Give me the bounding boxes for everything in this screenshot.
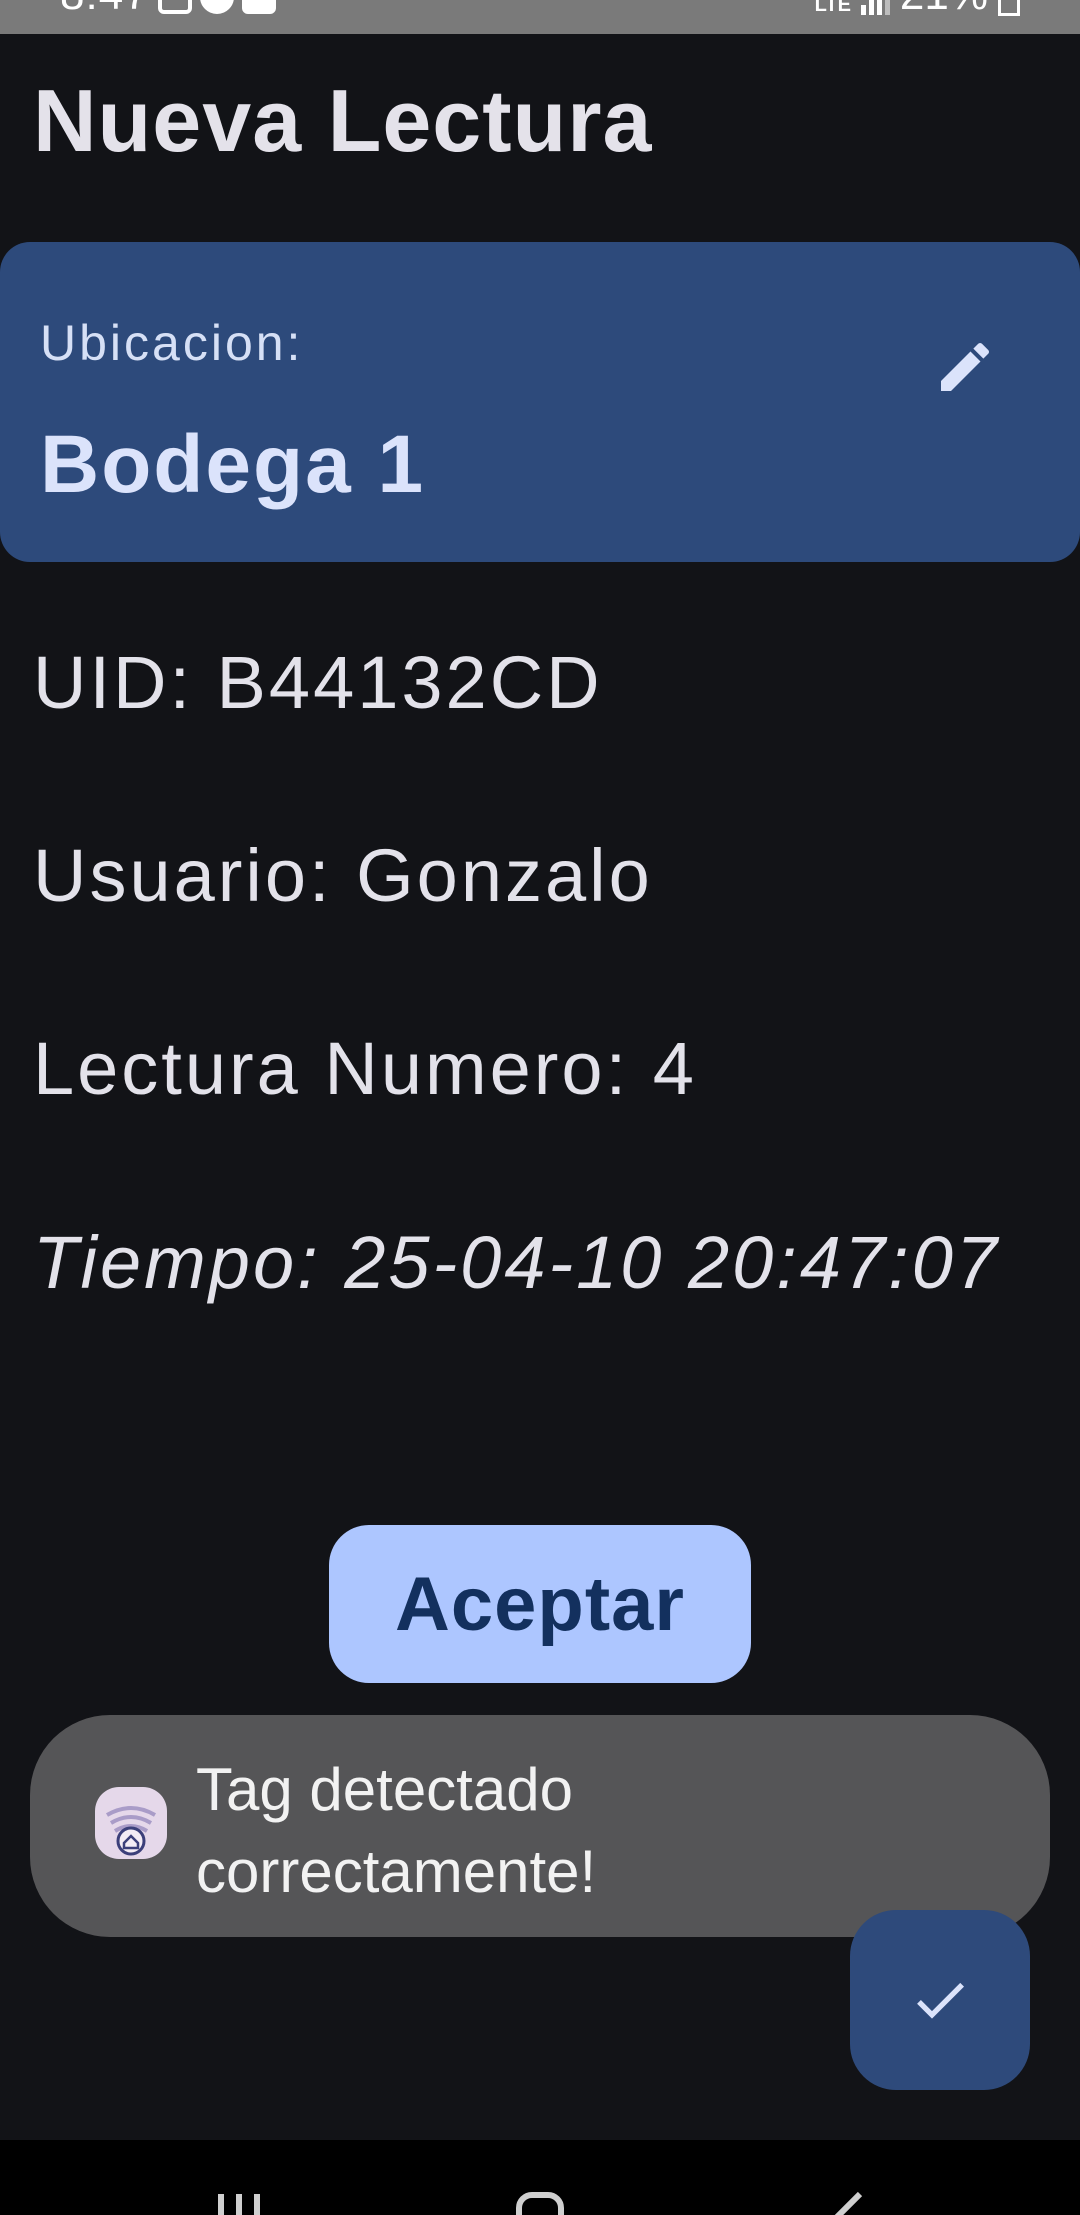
recents-button[interactable] bbox=[218, 2194, 268, 2215]
toast-notification: Tag detectado correctamente! bbox=[30, 1715, 1050, 1937]
check-icon bbox=[917, 1982, 964, 2019]
pencil-icon bbox=[941, 342, 990, 391]
status-time: 8:47 bbox=[60, 0, 150, 20]
system-nav-bar bbox=[0, 2140, 1080, 2215]
battery-icon bbox=[998, 0, 1020, 16]
uid-text: UID: B44132CD bbox=[33, 641, 603, 724]
status-bar: 8:47 LTE 21% bbox=[0, 0, 1080, 34]
location-value: Bodega 1 bbox=[40, 419, 426, 510]
accept-button[interactable]: Aceptar bbox=[329, 1525, 751, 1683]
home-button[interactable] bbox=[516, 2192, 564, 2215]
confirm-fab-button[interactable] bbox=[850, 1910, 1030, 2090]
edit-location-button[interactable] bbox=[910, 312, 1020, 422]
location-label: Ubicacion: bbox=[40, 315, 304, 371]
facebook-notification-icon bbox=[200, 0, 234, 14]
network-type: LTE bbox=[814, 0, 851, 16]
notification-icons bbox=[158, 0, 294, 14]
youtube-notification-icon bbox=[242, 0, 276, 14]
user-text: Usuario: Gonzalo bbox=[33, 834, 653, 917]
screen: 8:47 LTE 21% Nueva Lectura Ubicacion: Bo… bbox=[0, 0, 1080, 2215]
back-button[interactable] bbox=[830, 2190, 864, 2215]
timestamp-text: Tiempo: 25-04-10 20:47:07 bbox=[33, 1221, 1001, 1304]
signal-icon bbox=[860, 0, 890, 15]
nfc-app-icon bbox=[95, 1787, 167, 1859]
gallery-notification-icon bbox=[158, 0, 192, 14]
toast-message: Tag detectado correctamente! bbox=[196, 1756, 597, 1905]
battery-level: 21% bbox=[900, 0, 988, 20]
reading-number-text: Lectura Numero: 4 bbox=[33, 1027, 697, 1110]
status-indicators: LTE 21% bbox=[815, 0, 1020, 20]
page-title: Nueva Lectura bbox=[33, 71, 653, 170]
location-card: Ubicacion: Bodega 1 bbox=[0, 242, 1080, 562]
